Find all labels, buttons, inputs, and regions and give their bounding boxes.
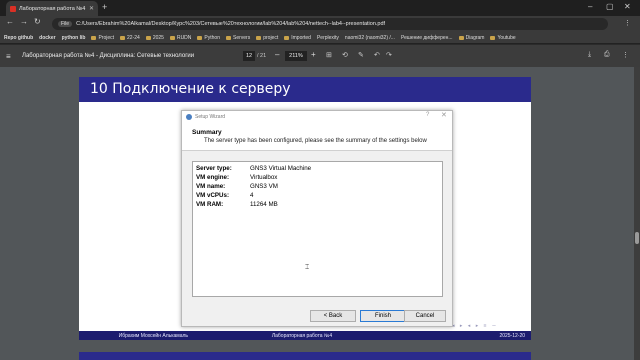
back-button[interactable]: < Back: [310, 310, 356, 322]
slide-title: 10 Подключение к серверу: [90, 81, 291, 97]
reload-icon[interactable]: ↻: [34, 17, 41, 26]
bookmark-item[interactable]: Решение дифферен...: [401, 35, 453, 41]
bookmark-item[interactable]: naomi32 (naomi32) /...: [345, 35, 395, 41]
folder-icon: [458, 35, 464, 40]
folder-icon: [256, 35, 262, 40]
bookmark-folder[interactable]: RUDN: [169, 35, 191, 41]
folder-icon: [145, 35, 151, 40]
bookmark-folder[interactable]: Youtube: [490, 35, 516, 41]
maximize-icon[interactable]: ▢: [606, 2, 614, 11]
download-icon[interactable]: ⤓: [588, 51, 591, 59]
next-slide-header: [79, 352, 531, 360]
bookmark-folder[interactable]: Imported: [284, 35, 311, 41]
folder-icon: [120, 35, 126, 40]
bookmark-folder[interactable]: 22-24: [120, 35, 140, 41]
zoom-input[interactable]: 211%: [285, 51, 307, 61]
minimize-icon[interactable]: –: [588, 2, 592, 11]
bookmark-folder[interactable]: Python: [197, 35, 220, 41]
setting-row: VM RAM: 11264 MB: [196, 201, 278, 208]
folder-icon: [490, 35, 496, 40]
zoom-out-icon[interactable]: –: [275, 50, 279, 59]
bookmarks-bar: Repo github docker python lib Project 22…: [0, 32, 640, 44]
browser-tab[interactable]: Лабораторная работа №4 - Д ✕: [6, 1, 98, 16]
cancel-button[interactable]: Cancel: [404, 310, 446, 322]
bookmark-item[interactable]: Perplexity: [317, 35, 339, 41]
undo-icon[interactable]: ↶: [374, 51, 380, 59]
slide-footer: Ибрахим Мохсейн Алькамаль Лабораторная р…: [79, 331, 531, 340]
dialog-header: Summary The server type has been configu…: [182, 123, 452, 151]
more-options-icon[interactable]: ⋮: [622, 51, 629, 59]
browser-menu-icon[interactable]: ⋮: [624, 19, 631, 27]
setting-row: VM vCPUs: 4: [196, 192, 254, 199]
forward-icon[interactable]: →: [20, 17, 28, 26]
gns3-icon: [186, 114, 192, 120]
dialog-titlebar: Setup Wizard: [182, 111, 452, 123]
summary-description: The server type has been configured, ple…: [204, 138, 427, 144]
folder-icon: [169, 35, 175, 40]
footer-title: Лабораторная работа №4: [271, 332, 333, 339]
beamer-nav-icons: ◂ ▸ ◂ ▸ ≡ ∽: [452, 323, 499, 329]
draw-icon[interactable]: ✎: [358, 51, 364, 59]
bookmark-item[interactable]: python lib: [62, 35, 86, 41]
finish-button[interactable]: Finish: [360, 310, 406, 322]
settings-summary-box: Server type: GNS3 Virtual Machine VM engi…: [192, 161, 443, 297]
footer-date: 2025-12-20: [499, 332, 526, 339]
scrollbar[interactable]: [634, 67, 640, 360]
back-icon[interactable]: ←: [6, 17, 14, 26]
address-bar[interactable]: File C:/Users/Ebrahim%20Alkamal/Desktop/…: [52, 18, 608, 30]
file-chip: File: [58, 21, 73, 27]
rotate-icon[interactable]: ⟲: [342, 51, 348, 59]
url-text: C:/Users/Ebrahim%20Alkamal/Desktop/Курс%…: [76, 21, 386, 27]
print-icon[interactable]: ⎙: [604, 51, 610, 59]
pdf-icon: [10, 5, 16, 12]
footer-author: Ибрахим Мохсейн Алькамаль: [118, 332, 189, 339]
help-button[interactable]: ?: [426, 112, 429, 118]
folder-icon: [225, 35, 231, 40]
fit-page-icon[interactable]: ⊞: [326, 51, 332, 59]
tab-title: Лабораторная работа №4 - Д: [19, 5, 86, 12]
folder-icon: [284, 35, 290, 40]
bookmark-folder[interactable]: Project: [91, 35, 114, 41]
page-number-input[interactable]: 12: [243, 51, 255, 61]
redo-icon[interactable]: ↷: [386, 51, 392, 59]
bookmark-item[interactable]: docker: [39, 35, 55, 41]
mouse-cursor-icon: ⌶: [305, 264, 310, 271]
pdf-title: Лабораторная работа №4 - Дисциплина: Сет…: [22, 53, 195, 59]
menu-icon[interactable]: ≡: [6, 52, 11, 61]
bookmark-item[interactable]: Repo github: [4, 35, 33, 41]
setting-row: Server type: GNS3 Virtual Machine: [196, 165, 312, 172]
bookmark-folder[interactable]: Servers: [225, 35, 250, 41]
scrollbar-thumb[interactable]: [635, 232, 639, 244]
close-window-icon[interactable]: ✕: [624, 2, 631, 11]
summary-title: Summary: [192, 129, 222, 136]
setup-wizard-dialog: Setup Wizard ? ✕ Summary The server type…: [181, 110, 453, 327]
dialog-close-button[interactable]: ✕: [441, 111, 447, 119]
folder-icon: [197, 35, 203, 40]
folder-icon: [91, 35, 97, 40]
setting-row: VM engine: Virtualbox: [196, 174, 278, 181]
setting-row: VM name: GNS3 VM: [196, 183, 278, 190]
bookmark-folder[interactable]: 2025: [145, 35, 164, 41]
bookmark-folder[interactable]: project: [256, 35, 278, 41]
bookmark-folder[interactable]: Diagram: [458, 35, 484, 41]
new-tab-button[interactable]: +: [102, 2, 107, 12]
dialog-title: Setup Wizard: [195, 114, 226, 120]
zoom-in-icon[interactable]: +: [311, 50, 316, 59]
page-total: / 21: [257, 53, 267, 59]
tab-close-icon[interactable]: ✕: [89, 5, 94, 12]
